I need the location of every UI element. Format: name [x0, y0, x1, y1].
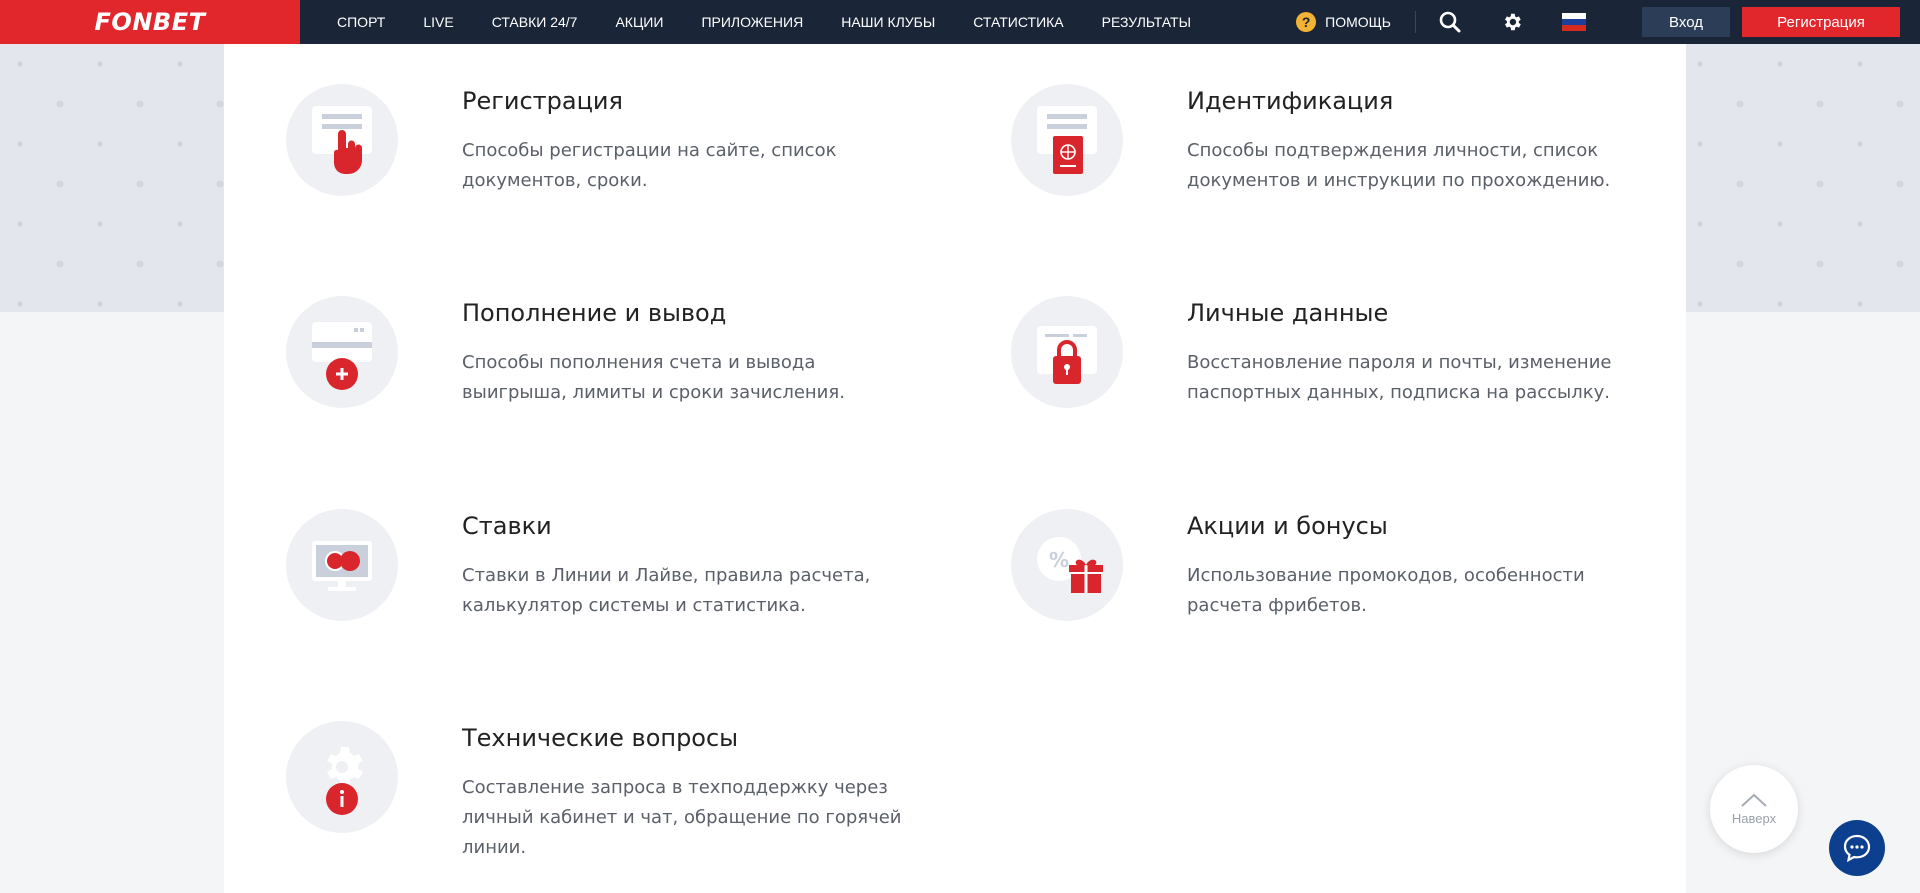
- chevron-up-icon: [1741, 793, 1767, 807]
- topic-description: Составление запроса в техподдержку через…: [462, 777, 902, 858]
- topic-description: Способы подтверждения личности, список д…: [1187, 140, 1611, 191]
- topic-registration[interactable]: Регистрация Способы регистрации на сайте…: [224, 44, 836, 224]
- search-icon: [1439, 11, 1461, 33]
- topic-description: Использование промокодов, особенности ра…: [1187, 565, 1585, 616]
- topic-title: Регистрация: [462, 87, 623, 115]
- monitor-bets-icon: [286, 509, 398, 621]
- topic-description: Способы регистрации на сайте, список док…: [462, 140, 837, 191]
- topic-bets[interactable]: Ставки Ставки в Линии и Лайве, правила р…: [224, 469, 870, 649]
- russia-flag-icon[interactable]: [1562, 13, 1586, 31]
- topic-description: Способы пополнения счета и вывода выигры…: [462, 352, 845, 403]
- nav-item-promotions[interactable]: АКЦИИ: [596, 14, 682, 30]
- topic-title: Технические вопросы: [462, 724, 739, 752]
- nav-item-clubs[interactable]: НАШИ КЛУБЫ: [822, 14, 954, 30]
- register-button[interactable]: Регистрация: [1742, 7, 1900, 37]
- topic-identification[interactable]: Идентификация Способы подтверждения личн…: [949, 44, 1610, 224]
- lock-icon: [1011, 296, 1123, 408]
- topic-personal-data[interactable]: Личные данные Восстановление пароля и по…: [949, 256, 1611, 436]
- chat-icon: [1843, 834, 1871, 863]
- help-icon: ?: [1296, 12, 1317, 32]
- topic-deposit-withdrawal[interactable]: Пополнение и вывод Способы пополнения сч…: [224, 256, 845, 436]
- help-label: ПОМОЩЬ: [1325, 14, 1391, 30]
- topic-technical-questions[interactable]: Технические вопросы Составление запроса …: [224, 681, 902, 861]
- settings-button[interactable]: [1500, 10, 1524, 34]
- scroll-to-top-label: Наверх: [1731, 810, 1777, 826]
- help-link[interactable]: ? ПОМОЩЬ: [1296, 12, 1391, 32]
- nav-item-statistics[interactable]: СТАТИСТИКА: [954, 14, 1082, 30]
- topic-title: Пополнение и вывод: [462, 299, 727, 327]
- topic-promotions-bonuses[interactable]: % Акции и бонусы Использование промокодо…: [949, 469, 1585, 649]
- topic-title: Идентификация: [1187, 87, 1394, 115]
- nav-item-sport[interactable]: СПОРТ: [318, 14, 404, 30]
- gear-info-icon: [286, 721, 398, 833]
- header-right: ? ПОМОЩЬ Вход Регистрация: [1296, 0, 1920, 44]
- header-divider: [1415, 11, 1416, 33]
- nav-item-bets-247[interactable]: СТАВКИ 24/7: [473, 14, 597, 30]
- nav-item-live[interactable]: LIVE: [404, 14, 472, 30]
- svg-text:%: %: [1049, 548, 1069, 572]
- login-button[interactable]: Вход: [1642, 7, 1730, 37]
- card-plus-icon: [286, 296, 398, 408]
- gift-percent-icon: %: [1011, 509, 1123, 621]
- nav-item-results[interactable]: РЕЗУЛЬТАТЫ: [1083, 14, 1210, 30]
- passport-icon: [1011, 84, 1123, 196]
- topic-title: Акции и бонусы: [1187, 512, 1388, 540]
- topic-title: Личные данные: [1187, 299, 1389, 327]
- top-header: FONBET СПОРТ LIVE СТАВКИ 24/7 АКЦИИ ПРИЛ…: [0, 0, 1920, 44]
- help-topics-card: Регистрация Способы регистрации на сайте…: [224, 44, 1686, 893]
- logo[interactable]: FONBET: [0, 0, 300, 44]
- logo-text: FONBET: [94, 8, 206, 36]
- chat-button[interactable]: [1829, 820, 1885, 876]
- topic-title: Ставки: [462, 512, 552, 540]
- nav-item-apps[interactable]: ПРИЛОЖЕНИЯ: [682, 14, 822, 30]
- topic-description: Восстановление пароля и почты, изменение…: [1187, 352, 1612, 403]
- registration-icon: [286, 84, 398, 196]
- gear-icon: [1505, 13, 1521, 31]
- search-button[interactable]: [1438, 10, 1462, 34]
- scroll-to-top-button[interactable]: Наверх: [1710, 765, 1798, 853]
- topic-description: Ставки в Линии и Лайве, правила расчета,…: [462, 565, 871, 616]
- main-nav: СПОРТ LIVE СТАВКИ 24/7 АКЦИИ ПРИЛОЖЕНИЯ …: [318, 0, 1210, 44]
